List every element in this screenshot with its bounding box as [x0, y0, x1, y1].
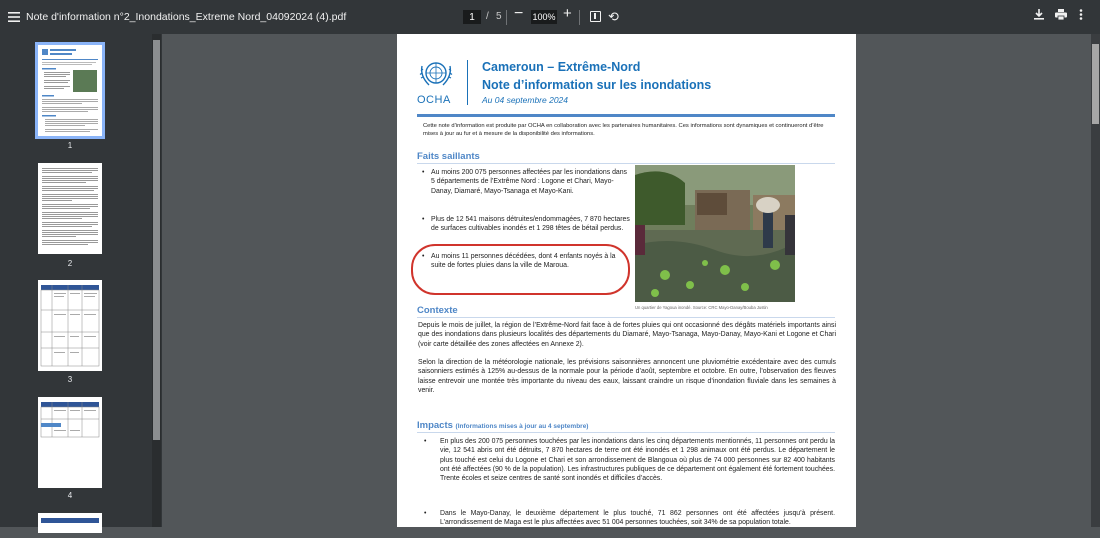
rotate-icon[interactable]: ⟲ — [608, 9, 619, 25]
toolbar-divider — [579, 10, 580, 25]
page-thumbnail-3[interactable] — [38, 280, 102, 371]
menu-icon[interactable] — [6, 0, 22, 34]
flood-photo — [635, 165, 795, 302]
un-emblem-icon — [417, 58, 455, 92]
page-thumbnail-5[interactable] — [38, 513, 102, 533]
zoom-in-button[interactable]: + — [563, 5, 572, 22]
impact-item: Dans le Mayo-Danay, le deuxième départem… — [424, 509, 835, 527]
main-scrollbar[interactable] — [1091, 34, 1100, 527]
context-paragraph: Selon la direction de la météorologie na… — [418, 359, 836, 394]
ocha-logo-text: OCHA — [417, 94, 451, 106]
pdf-toolbar: Note d'information n°2_Inondations_Extre… — [0, 0, 1100, 34]
intro-text: Cette note d’information est produite pa… — [423, 123, 824, 137]
context-heading: Contexte — [417, 305, 458, 316]
toolbar-divider — [506, 10, 507, 25]
more-options-icon[interactable] — [1079, 9, 1083, 23]
photo-caption: Un quartier de Yagoua inondé. Source: CR… — [635, 305, 768, 310]
download-icon[interactable] — [1034, 9, 1044, 23]
sidebar-scrollbar-thumb[interactable] — [153, 40, 160, 440]
main-scrollbar-thumb[interactable] — [1092, 44, 1099, 124]
context-paragraph: Depuis le mois de juillet, la région de … — [418, 322, 836, 348]
page-number-label: 1 — [67, 141, 73, 150]
page-thumbnail-2[interactable] — [38, 163, 102, 254]
total-pages: 5 — [496, 11, 502, 22]
header-divider — [467, 60, 468, 105]
page-thumbnail-4[interactable] — [38, 397, 102, 488]
highlights-heading: Faits saillants — [417, 151, 480, 162]
red-annotation-circle — [411, 244, 630, 295]
current-page-input[interactable]: 1 — [463, 10, 481, 24]
section-rule — [417, 432, 835, 433]
impact-item: En plus des 200 075 personnes touchées p… — [424, 437, 835, 483]
document-title: Cameroun – Extrême-Nord — [482, 60, 641, 74]
fit-to-page-icon[interactable] — [590, 11, 601, 22]
impacts-note: (Informations mises à jour au 4 septembr… — [455, 423, 589, 430]
header-rule — [417, 114, 835, 117]
pdf-page: OCHA Cameroun – Extrême-Nord Note d’info… — [397, 34, 856, 527]
document-subtitle: Note d’information sur les inondations — [482, 78, 712, 92]
page-number-label: 4 — [67, 491, 73, 500]
sidebar-scrollbar[interactable] — [152, 34, 161, 527]
zoom-input[interactable]: 100% — [531, 10, 557, 24]
document-date: Au 04 septembre 2024 — [482, 95, 569, 105]
section-rule — [417, 163, 835, 164]
page-separator: / — [486, 11, 489, 22]
impacts-title: Impacts — [417, 420, 453, 431]
file-title: Note d'information n°2_Inondations_Extre… — [26, 11, 347, 23]
page-number-label: 2 — [67, 259, 73, 268]
thumbnail-sidebar: 1 2 3 4 — [0, 34, 162, 533]
page-number-label: 3 — [67, 375, 73, 384]
zoom-out-button[interactable]: − — [514, 5, 523, 23]
highlight-item: Plus de 12 541 maisons détruites/endomma… — [422, 215, 631, 234]
page-thumbnail-1[interactable] — [35, 42, 105, 139]
impacts-heading: Impacts (Informations mises à jour au 4 … — [417, 420, 588, 431]
print-icon[interactable] — [1055, 9, 1067, 23]
section-rule — [417, 317, 835, 318]
highlight-item: Au moins 200 075 personnes affectées par… — [422, 168, 631, 196]
